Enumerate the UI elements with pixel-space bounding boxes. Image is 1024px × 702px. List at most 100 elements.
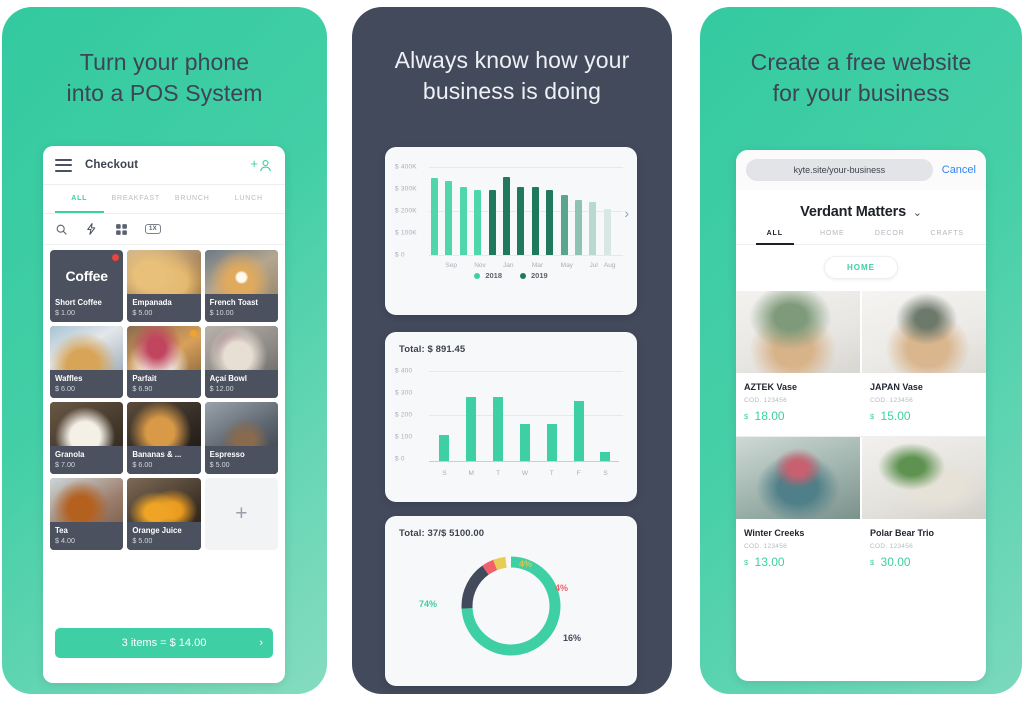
x-tick-label — [489, 262, 496, 269]
donut-chart: 74% 16% 4% 4% — [385, 543, 637, 679]
x-tick-label — [546, 262, 553, 269]
cart-summary-label: 3 items = $ 14.00 — [121, 637, 207, 649]
product-tile[interactable]: French Toast $ 10.00 — [204, 250, 278, 322]
x-tick-label: Jan — [503, 262, 514, 269]
product-tile[interactable]: Orange Juice $ 5.00 — [127, 478, 201, 550]
cancel-button[interactable]: Cancel — [942, 164, 976, 176]
tab-lunch[interactable]: LUNCH — [221, 185, 278, 213]
weekly-total-label: Total: $ 891.45 — [399, 344, 466, 355]
product-image-japan-vase[interactable] — [862, 291, 986, 373]
chevron-down-icon[interactable]: ⌄ — [913, 207, 922, 219]
y-tick-label: $ 300 — [395, 389, 413, 397]
product-tile[interactable]: Açaí Bowl $ 12.00 — [204, 326, 278, 398]
product-tile[interactable]: Waffles $ 6.00 — [50, 326, 124, 398]
product-name: Winter Creeks — [744, 528, 805, 538]
product-price: $ 5.00 — [132, 536, 153, 545]
url-input[interactable]: kyte.site/your-business — [746, 159, 933, 181]
tab-home[interactable]: HOME — [804, 230, 862, 244]
status-badge — [112, 254, 120, 261]
bar — [546, 423, 557, 461]
product-tile[interactable]: Empanada $ 5.00 — [127, 250, 201, 322]
product-name: Tea — [55, 526, 68, 535]
product-name: Parfait — [132, 374, 157, 383]
product-tile[interactable]: Bananas & ... $ 6.00 — [127, 402, 201, 474]
pos-header: Checkout + — [43, 146, 285, 185]
tab-breakfast[interactable]: BREAKFAST — [108, 185, 165, 213]
quantity-multiplier-button[interactable]: 1X — [145, 224, 161, 234]
grid-view-icon[interactable] — [115, 223, 128, 236]
product-tile[interactable]: Espresso $ 5.00 — [204, 402, 278, 474]
legend-item-2019: 2019 — [520, 271, 548, 280]
product-price: $ 6.00 — [132, 460, 153, 469]
search-icon[interactable] — [55, 223, 68, 236]
product-card-japan[interactable]: JAPAN Vase COD. 123456 $ 15.00 — [862, 373, 986, 436]
shop-title: Verdant Matters ⌄ — [736, 190, 986, 230]
product-price: $ 5.00 — [132, 308, 153, 317]
y-tick-label: $ 400 — [395, 367, 413, 375]
panel-analytics: Always know how your business is doing $… — [352, 7, 672, 694]
x-tick-label: S — [603, 470, 608, 477]
bar — [603, 209, 611, 255]
product-price: $ 5.00 — [209, 460, 230, 469]
product-price: $ 30.00 — [870, 555, 978, 569]
product-card-polar[interactable]: Polar Bear Trio COD. 123456 $ 30.00 — [862, 519, 986, 582]
product-code: COD. 123456 — [744, 397, 788, 404]
monthly-bar-chart: $ 400K $ 300K $ 200K $ 100K $ 0 Sep Nov Ja… — [395, 161, 629, 270]
x-tick-label: Nov — [474, 262, 486, 269]
bar — [493, 397, 504, 461]
add-person-icon[interactable]: + — [250, 157, 273, 173]
product-card-aztek[interactable]: AZTEK Vase COD. 123456 $ 18.00 — [736, 373, 860, 436]
lightning-icon[interactable] — [85, 222, 98, 236]
tab-all[interactable]: ALL — [51, 185, 108, 213]
price-value: 15.00 — [880, 409, 911, 423]
chart-next-arrow-icon[interactable]: › — [624, 205, 629, 221]
product-tile[interactable]: Granola $ 7.00 — [50, 402, 124, 474]
currency-symbol: $ — [870, 558, 875, 567]
x-tick-label: M — [468, 470, 474, 477]
bar — [459, 186, 467, 255]
product-name: Bananas & ... — [132, 450, 182, 459]
y-tick-label: $ 100 — [395, 433, 413, 441]
bar — [466, 397, 477, 461]
checkout-cart-button[interactable]: 3 items = $ 14.00 › — [55, 628, 273, 658]
website-category-tabs: ALL HOME DECOR CRAFTS — [736, 230, 986, 245]
category-pill-home[interactable]: HOME — [824, 256, 898, 279]
product-meta: Tea $ 4.00 — [50, 522, 124, 550]
product-tile[interactable]: Coffee Short Coffee $ 1.00 — [50, 250, 124, 322]
product-image-winter-creeks[interactable] — [736, 437, 860, 519]
add-product-button[interactable]: + — [204, 478, 278, 550]
product-image-polar-bear-trio[interactable] — [862, 437, 986, 519]
axis-line — [429, 255, 623, 256]
bar — [445, 180, 453, 255]
tab-decor[interactable]: DECOR — [861, 230, 919, 244]
product-meta: Empanada $ 5.00 — [127, 294, 201, 322]
bar — [517, 186, 525, 255]
currency-symbol: $ — [744, 558, 749, 567]
donut-label-red: 4% — [555, 583, 569, 593]
x-tick-label: W — [521, 470, 529, 477]
product-meta: Waffles $ 6.00 — [50, 370, 124, 398]
x-tick-label: May — [560, 262, 573, 269]
hamburger-menu-icon[interactable] — [55, 158, 72, 172]
panel-headline-3: Create a free website for your business — [750, 49, 972, 106]
bar-series — [431, 163, 611, 255]
product-tile[interactable]: Tea $ 4.00 — [50, 478, 124, 550]
chart-legend: 2018 2019 — [385, 271, 637, 280]
tab-crafts[interactable]: CRAFTS — [919, 230, 977, 244]
product-tile[interactable]: Parfait $ 6.90 — [127, 326, 201, 398]
tab-brunch[interactable]: BRUNCH — [164, 185, 221, 213]
product-price: $ 15.00 — [870, 409, 978, 423]
product-price: $ 6.90 — [132, 384, 153, 393]
product-image-aztek-vase[interactable] — [736, 291, 860, 373]
product-card-winter[interactable]: Winter Creeks COD. 123456 $ 13.00 — [736, 519, 860, 582]
product-name: Waffles — [55, 374, 83, 383]
product-name: JAPAN Vase — [870, 382, 923, 392]
y-tick-label: $ 0 — [395, 455, 405, 463]
shop-name-text: Verdant Matters — [800, 204, 906, 220]
website-phone-mockup: kyte.site/your-business Cancel Verdant M… — [736, 150, 986, 681]
tab-all[interactable]: ALL — [746, 230, 804, 245]
x-tick-label — [575, 262, 582, 269]
product-code: COD. 123456 — [870, 397, 914, 404]
y-tick-label: $ 200 — [395, 411, 413, 419]
y-tick-label: $ 300K — [395, 185, 417, 193]
